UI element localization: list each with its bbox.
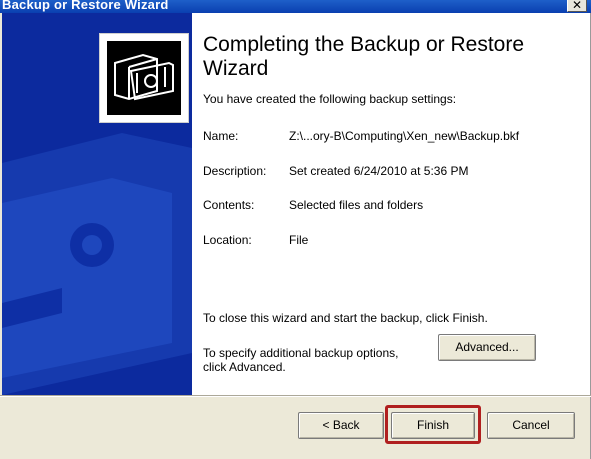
cancel-button[interactable]: Cancel: [487, 412, 575, 439]
close-icon: ✕: [571, 0, 583, 12]
side-panel: [2, 13, 192, 395]
description-value: Set created 6/24/2010 at 5:36 PM: [289, 164, 469, 178]
wizard-icon-frame: [99, 33, 189, 123]
location-value: File: [289, 233, 309, 247]
backup-tape-icon: [107, 41, 181, 115]
close-button[interactable]: ✕: [567, 0, 587, 12]
description-label: Description:: [203, 164, 267, 178]
contents-label: Contents:: [203, 198, 255, 212]
settings-intro: You have created the following backup se…: [203, 92, 457, 106]
name-label: Name:: [203, 129, 239, 143]
advanced-button[interactable]: Advanced...: [438, 334, 536, 361]
location-label: Location:: [203, 233, 252, 247]
advanced-instructions-line1: To specify additional backup options,: [203, 346, 399, 360]
back-button[interactable]: < Back: [298, 412, 384, 439]
name-value: Z:\...ory-B\Computing\Xen_new\Backup.bkf: [289, 129, 520, 143]
window-title: Backup or Restore Wizard: [2, 0, 169, 12]
contents-value: Selected files and folders: [289, 198, 424, 212]
footer-divider: [0, 395, 591, 397]
page-title: Completing the Backup or Restore Wizard: [203, 33, 524, 80]
finish-instructions: To close this wizard and start the backu…: [203, 311, 488, 325]
advanced-instructions-line2: click Advanced.: [203, 360, 286, 374]
finish-button[interactable]: Finish: [391, 412, 475, 439]
title-bar: Backup or Restore Wizard ✕: [0, 0, 591, 13]
wizard-window: Backup or Restore Wizard ✕ Completing th…: [0, 0, 591, 459]
